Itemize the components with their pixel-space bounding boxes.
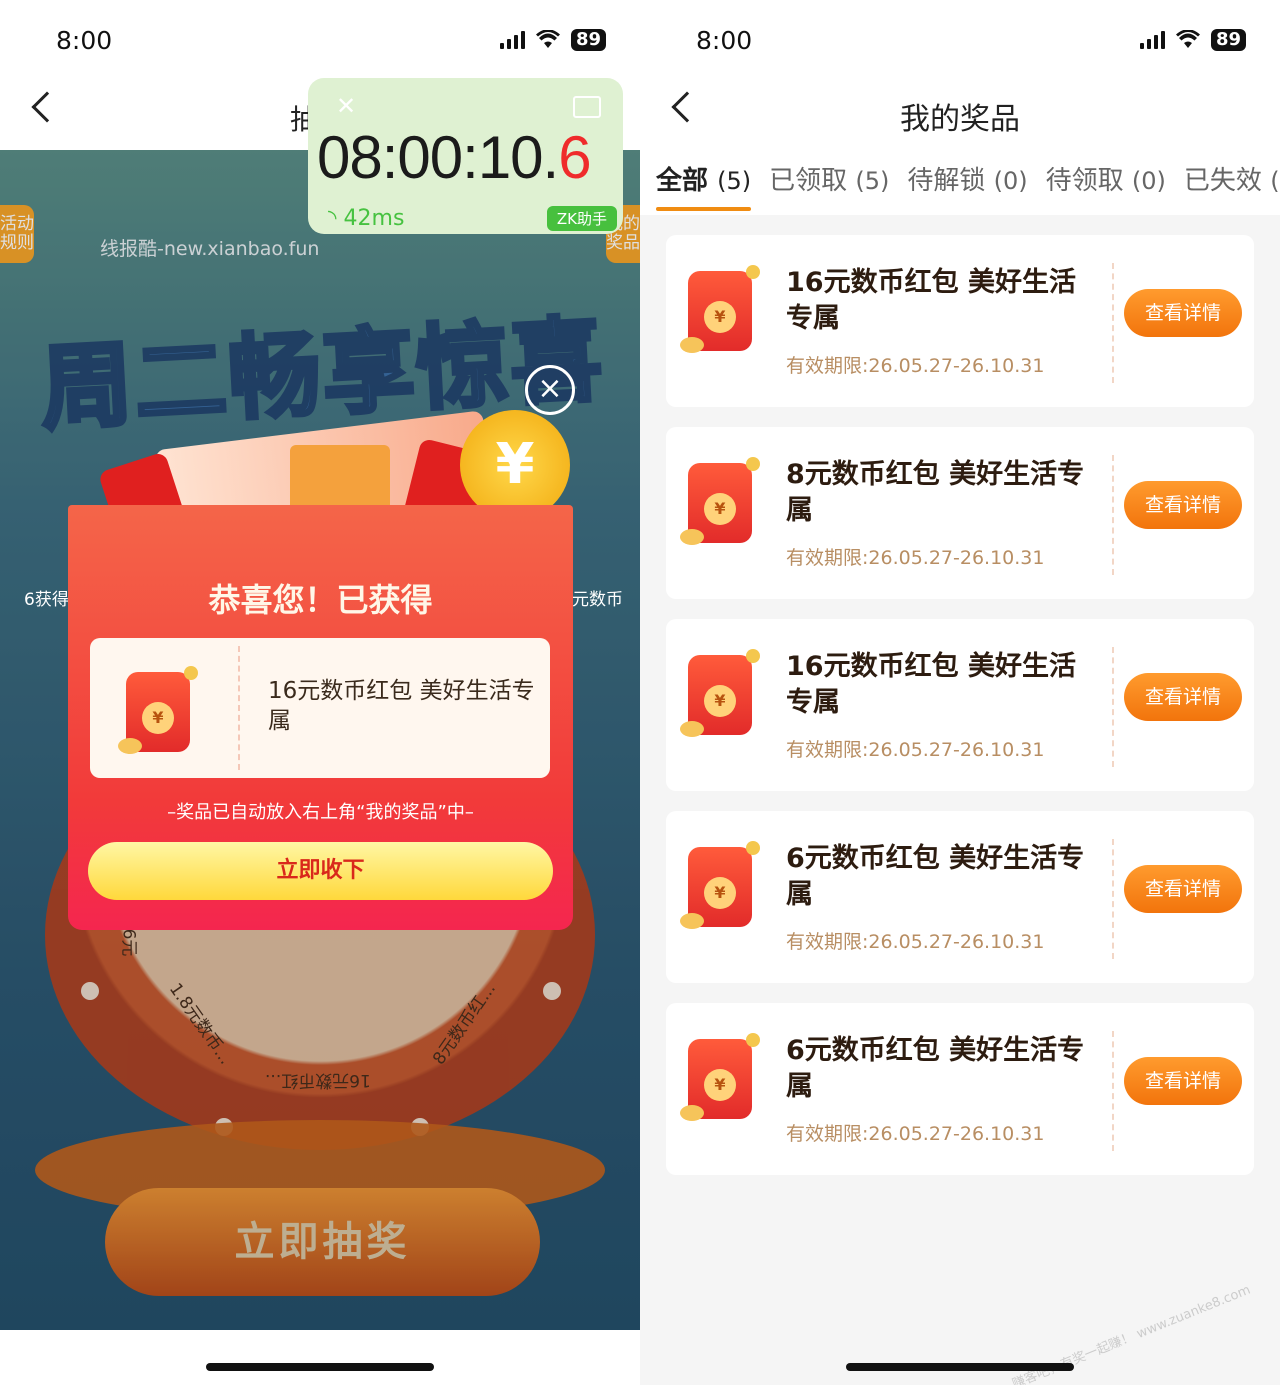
tab-expired[interactable]: 已失效 (0) bbox=[1184, 160, 1280, 197]
view-details-button[interactable]: 查看详情 bbox=[1124, 865, 1242, 913]
red-envelope-icon: ¥ bbox=[680, 649, 764, 739]
card-divider bbox=[1112, 1031, 1114, 1151]
home-indicator[interactable] bbox=[846, 1363, 1074, 1371]
bottom-safe-area bbox=[0, 1330, 640, 1385]
tab-all[interactable]: 全部 (5) bbox=[656, 160, 752, 211]
view-details-button[interactable]: 查看详情 bbox=[1124, 673, 1242, 721]
prize-filter-tabs: 全部 (5) 已领取 (5) 待解锁 (0) 待领取 (0) 已失效 (0) bbox=[656, 160, 1280, 211]
wifi-icon bbox=[1175, 30, 1200, 48]
back-chevron-left-icon[interactable] bbox=[31, 91, 63, 123]
latency-readout: ◝ 42ms bbox=[328, 206, 405, 231]
view-details-button[interactable]: 查看详情 bbox=[1124, 1057, 1242, 1105]
prize-validity: 有效期限:26.05.27-26.10.31 bbox=[786, 739, 1045, 761]
prize-card: ¥ 6元数币红包 美好生活专属 有效期限:26.05.27-26.10.31 查… bbox=[666, 1003, 1254, 1175]
timer-clock: 08:00:10.6 bbox=[317, 124, 592, 191]
prize-popup: 恭喜您！已获得 ¥ 16元数币红包 美好生活专属 –奖品已自动放入右上角“我的奖… bbox=[68, 505, 573, 930]
close-icon[interactable]: ✕ bbox=[336, 92, 356, 120]
page-title: 我的奖品 bbox=[900, 102, 1020, 137]
status-icons: 89 bbox=[1139, 29, 1246, 51]
prize-name: 8元数币红包 美好生活专属 bbox=[786, 459, 1085, 526]
prize-validity: 有效期限:26.05.27-26.10.31 bbox=[786, 355, 1045, 377]
battery-indicator: 89 bbox=[570, 29, 606, 51]
home-indicator[interactable] bbox=[206, 1363, 434, 1371]
status-bar: 8:00 89 bbox=[0, 0, 640, 80]
prize-name: 6元数币红包 美好生活专属 bbox=[786, 1035, 1085, 1102]
red-envelope-icon: ¥ bbox=[680, 457, 764, 547]
prize-list: ¥ 16元数币红包 美好生活专属 有效期限:26.05.27-26.10.31 … bbox=[666, 235, 1254, 1195]
tab-pending[interactable]: 待领取 (0) bbox=[1046, 160, 1166, 197]
signal-wave-icon: ◝ bbox=[328, 206, 344, 231]
prize-name: 16元数币红包 美好生活专属 bbox=[786, 267, 1076, 334]
card-divider bbox=[238, 646, 240, 770]
view-details-button[interactable]: 查看详情 bbox=[1124, 481, 1242, 529]
yuan-coin-icon: ¥ bbox=[460, 410, 570, 520]
battery-indicator: 89 bbox=[1210, 29, 1246, 51]
tab-claimed[interactable]: 已领取 (5) bbox=[769, 160, 889, 197]
popup-note: –奖品已自动放入右上角“我的奖品”中– bbox=[167, 802, 474, 823]
signal-icon bbox=[499, 31, 525, 49]
right-screen: 8:00 89 我的奖品 全部 (5) 已领取 (5) 待解锁 (0) 待领取 … bbox=[640, 0, 1280, 1385]
red-envelope-icon: ¥ bbox=[680, 265, 764, 355]
view-details-button[interactable]: 查看详情 bbox=[1124, 289, 1242, 337]
red-envelope-icon: ¥ bbox=[118, 666, 202, 756]
collect-now-button[interactable]: 立即收下 bbox=[88, 842, 553, 900]
prize-card: ¥ 8元数币红包 美好生活专属 有效期限:26.05.27-26.10.31 查… bbox=[666, 427, 1254, 599]
wifi-icon bbox=[535, 30, 560, 48]
side-text-right: 元数币 bbox=[572, 590, 623, 610]
card-divider bbox=[1112, 647, 1114, 767]
prize-validity: 有效期限:26.05.27-26.10.31 bbox=[786, 1123, 1045, 1145]
prize-name: 6元数币红包 美好生活专属 bbox=[786, 843, 1085, 910]
card-divider bbox=[1112, 263, 1114, 383]
prize-card: ¥ 16元数币红包 美好生活专属 有效期限:26.05.27-26.10.31 … bbox=[666, 235, 1254, 407]
status-time: 8:00 bbox=[696, 25, 753, 55]
status-bar: 8:00 89 bbox=[640, 0, 1280, 80]
popup-title: 恭喜您！已获得 bbox=[208, 581, 433, 619]
red-envelope-icon: ¥ bbox=[680, 1033, 764, 1123]
prize-card: ¥ 16元数币红包 美好生活专属 bbox=[90, 638, 550, 778]
card-divider bbox=[1112, 839, 1114, 959]
prize-card: ¥ 16元数币红包 美好生活专属 有效期限:26.05.27-26.10.31 … bbox=[666, 619, 1254, 791]
prize-name: 16元数币红包 美好生活专属 bbox=[268, 678, 535, 734]
prize-validity: 有效期限:26.05.27-26.10.31 bbox=[786, 547, 1045, 569]
picture-in-picture-icon[interactable] bbox=[573, 96, 601, 118]
red-envelope-icon: ¥ bbox=[680, 841, 764, 931]
prize-card: ¥ 6元数币红包 美好生活专属 有效期限:26.05.27-26.10.31 查… bbox=[666, 811, 1254, 983]
timer-clock-tail: 6 bbox=[558, 124, 591, 191]
side-text-left: 6获得 bbox=[24, 590, 69, 610]
tab-locked[interactable]: 待解锁 (0) bbox=[907, 160, 1027, 197]
prize-name: 16元数币红包 美好生活专属 bbox=[786, 651, 1076, 718]
zk-badge: ZK助手 bbox=[546, 206, 617, 231]
left-screen: 8:00 89 抽 线报酷-new.xianbao.fun 活动规则 我的奖品 … bbox=[0, 0, 640, 1385]
card-divider bbox=[1112, 455, 1114, 575]
status-time: 8:00 bbox=[56, 25, 113, 55]
floating-timer[interactable]: ✕ 08:00:10.6 ◝ 42ms ZK助手 bbox=[308, 78, 623, 234]
status-icons: 89 bbox=[499, 29, 606, 51]
prize-validity: 有效期限:26.05.27-26.10.31 bbox=[786, 931, 1045, 953]
signal-icon bbox=[1139, 31, 1165, 49]
